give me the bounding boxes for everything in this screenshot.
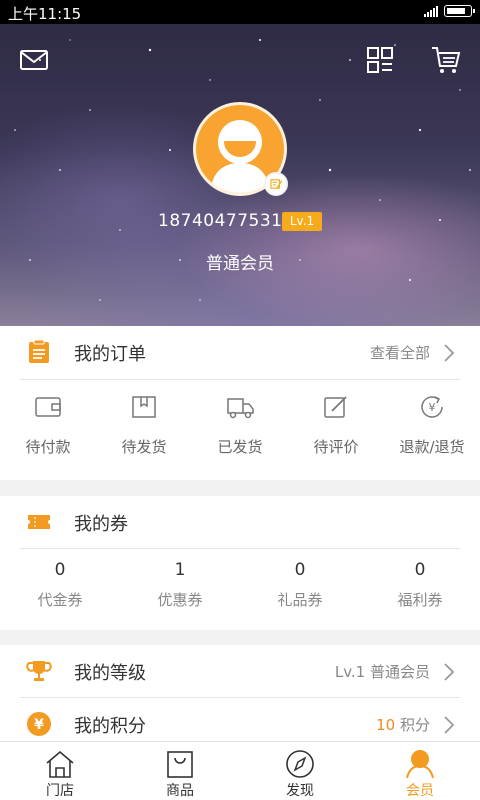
yen-coin-icon: ¥ (27, 712, 51, 736)
divider (20, 379, 460, 380)
divider (20, 548, 460, 549)
cart-icon[interactable] (430, 44, 462, 76)
package-icon (132, 396, 156, 418)
divider (20, 697, 460, 698)
bottom-tab-bar: 门店 商品 发现 会员 (0, 741, 480, 800)
order-pending-shipment[interactable]: 待发货 (96, 394, 192, 464)
level-badge: Lv.1 (282, 212, 322, 231)
member-screen: 上午11:15 18740477531 Lv.1 普通会员 我的订单 查看全部 … (0, 0, 480, 800)
member-icon (406, 750, 434, 779)
order-shipped[interactable]: 已发货 (192, 394, 288, 464)
clipboard-icon (29, 339, 49, 363)
coupon-gift[interactable]: 0 礼品券 (240, 560, 360, 610)
coupon-cash[interactable]: 0 代金券 (0, 560, 120, 610)
level-value: Lv.1 普通会员 (334, 663, 430, 681)
coupon-discount[interactable]: 1 优惠券 (120, 560, 240, 610)
view-all-link[interactable]: 查看全部 (370, 342, 430, 363)
order-pending-payment[interactable]: 待付款 (0, 394, 96, 464)
chevron-right-icon (444, 344, 455, 362)
compass-icon (286, 750, 314, 778)
store-icon (46, 750, 74, 778)
truck-icon (227, 398, 254, 419)
svg-text:¥: ¥ (34, 717, 44, 733)
orders-header[interactable]: 我的订单 查看全部 (0, 326, 480, 378)
coupons-header[interactable]: 我的券 (0, 496, 480, 548)
coupon-welfare[interactable]: 0 福利券 (360, 560, 480, 610)
shopping-bag-icon (167, 751, 193, 778)
chevron-right-icon (444, 663, 455, 681)
edit-icon (324, 396, 347, 418)
status-time: 上午11:15 (8, 5, 82, 23)
wallet-icon (35, 397, 61, 417)
orders-title: 我的订单 (74, 344, 146, 365)
battery-icon (444, 5, 475, 17)
tab-member[interactable]: 会员 (360, 742, 480, 800)
order-pending-review[interactable]: 待评价 (288, 394, 384, 464)
mail-icon[interactable] (18, 44, 50, 76)
coupons-card: 我的券 0 代金券 1 优惠券 0 礼品券 0 福利券 (0, 496, 480, 630)
tab-store[interactable]: 门店 (0, 742, 120, 800)
status-icons (424, 5, 475, 17)
profile-header: 上午11:15 18740477531 Lv.1 普通会员 (0, 0, 480, 326)
ticket-icon (28, 515, 50, 529)
points-row[interactable]: ¥ 我的积分 10 积分 (0, 698, 480, 741)
level-title: 我的等级 (74, 663, 146, 684)
trophy-icon (26, 661, 52, 681)
points-value: 10 积分 (376, 714, 430, 735)
qr-code-icon[interactable] (364, 44, 396, 76)
level-row[interactable]: 我的等级 Lv.1 普通会员 (0, 645, 480, 698)
signal-icon (424, 5, 438, 17)
coupons-title: 我的券 (74, 514, 128, 535)
points-number: 10 (376, 716, 396, 734)
refund-icon: ¥ (421, 396, 443, 418)
chevron-right-icon (444, 716, 455, 734)
member-type: 普通会员 (206, 254, 274, 274)
order-refund[interactable]: ¥ 退款/退货 (384, 394, 480, 464)
orders-card: 我的订单 查看全部 待付款 待发货 已发货 待评价 ¥ 退款/退货 (0, 326, 480, 480)
tab-products[interactable]: 商品 (120, 742, 240, 800)
tab-discover[interactable]: 发现 (240, 742, 360, 800)
svg-text:¥: ¥ (429, 401, 436, 414)
points-title: 我的积分 (74, 716, 146, 737)
edit-profile-icon[interactable] (264, 172, 288, 196)
points-unit: 积分 (395, 716, 430, 734)
phone-number: 18740477531 (158, 211, 283, 231)
status-bar: 上午11:15 (0, 0, 480, 24)
